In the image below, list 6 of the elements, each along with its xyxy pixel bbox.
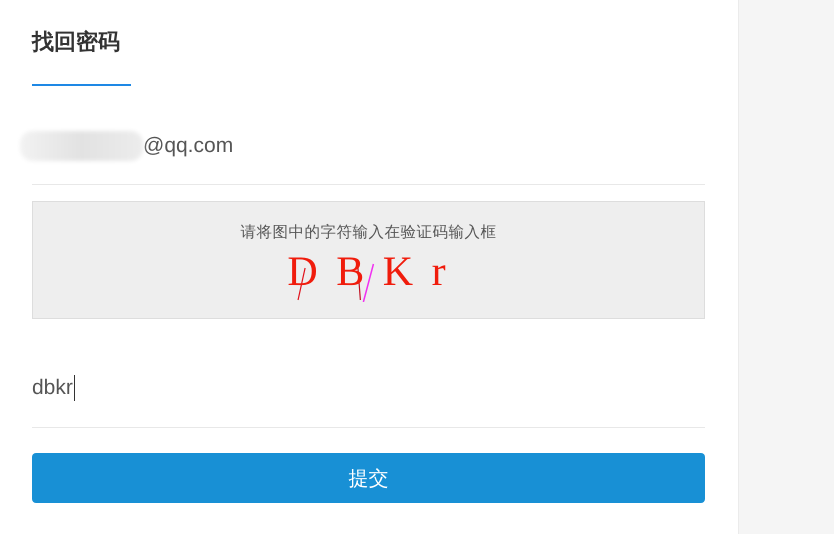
email-text: @qq.com — [143, 134, 234, 158]
captcha-input[interactable]: dbkr — [32, 319, 705, 428]
submit-button[interactable]: 提交 — [32, 453, 705, 503]
captcha-hint: 请将图中的字符输入在验证码输入框 — [240, 222, 496, 243]
page-title: 找回密码 — [32, 28, 120, 56]
input-text: dbkr — [32, 376, 73, 400]
